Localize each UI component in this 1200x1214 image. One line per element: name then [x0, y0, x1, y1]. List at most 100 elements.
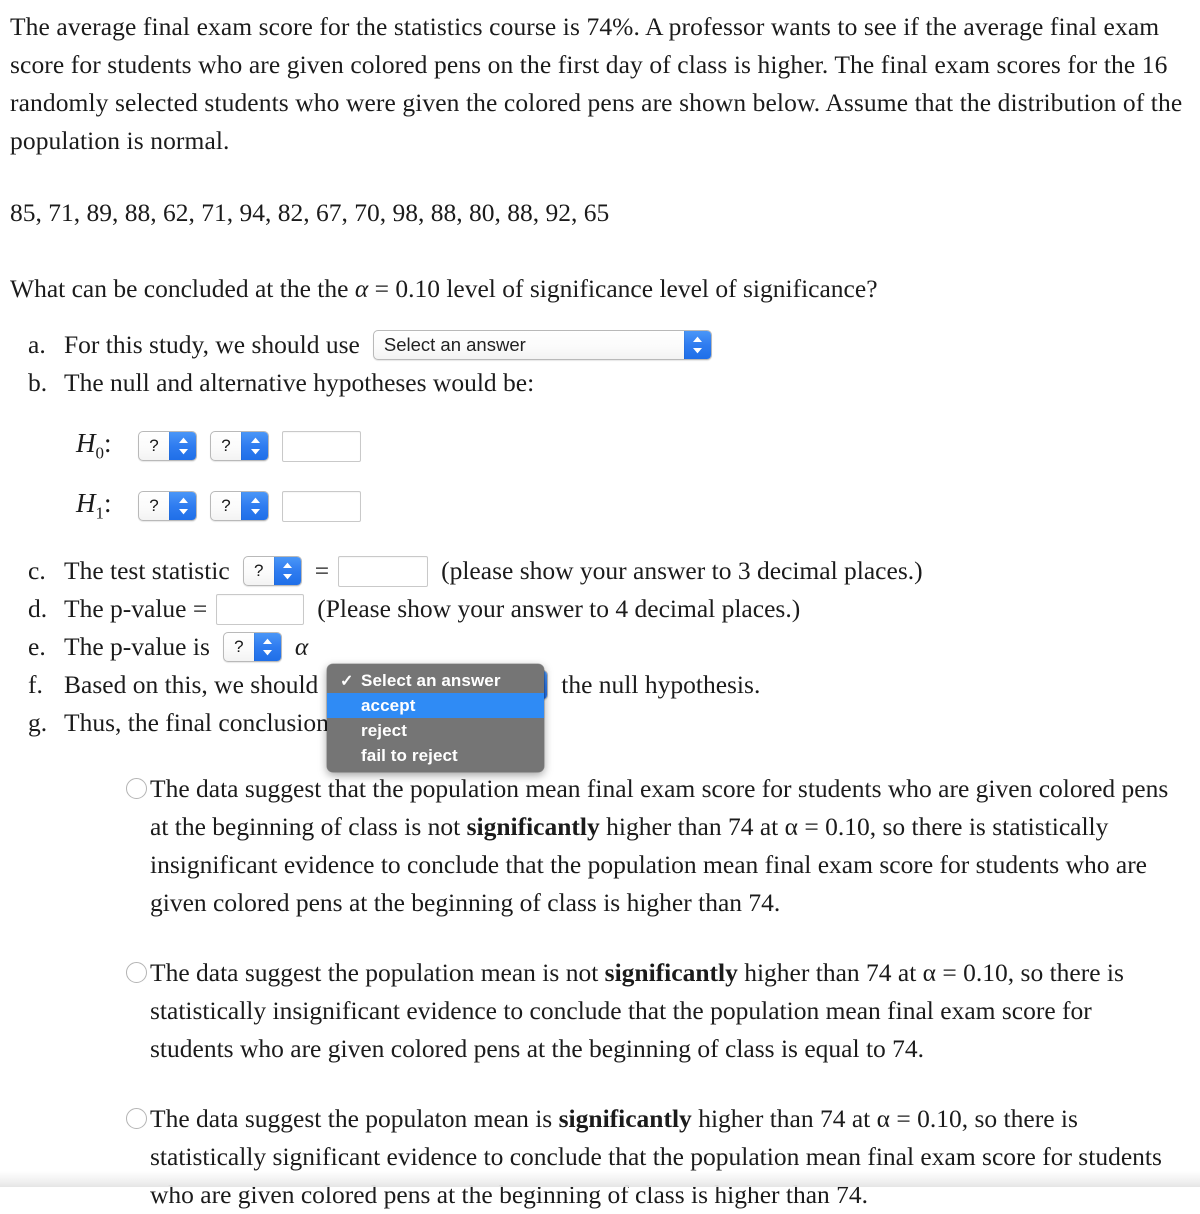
question-suffix: = 0.10 level of significance level of si…	[368, 274, 878, 303]
chevron-updown-icon	[241, 432, 268, 460]
test-statistic-input[interactable]	[338, 555, 429, 587]
step-f-label-before: Based on this, we should	[64, 670, 319, 699]
conclusion-option-3[interactable]: The data suggest the populaton mean is s…	[10, 1100, 1186, 1214]
problem-intro-text: The average final exam score for the sta…	[10, 12, 1183, 155]
test-statistic-type-value: ?	[253, 561, 264, 580]
radio-button-icon[interactable]	[126, 778, 147, 799]
conclusion-option-2[interactable]: The data suggest the population mean is …	[10, 954, 1186, 1068]
h1-colon: :	[104, 488, 112, 519]
h1-operator-select-value: ?	[221, 496, 231, 515]
h0-letter: H	[76, 428, 96, 459]
h1-operator-select[interactable]: ?	[210, 491, 269, 521]
step-d-marker: d.	[28, 594, 48, 623]
problem-page: The average final exam score for the sta…	[0, 0, 1200, 1209]
alpha-symbol: α	[354, 274, 369, 303]
h1-letter: H	[76, 488, 96, 519]
conclusion-options-group: The data suggest that the population mea…	[10, 770, 1186, 1214]
step-b-label: The null and alternative hypotheses woul…	[64, 368, 535, 397]
h0-operator-select[interactable]: ?	[210, 431, 269, 461]
step-f-row: Based on this, we should the null hypoth…	[64, 666, 1186, 704]
step-a: a. For this study, we should use Select …	[10, 326, 1186, 364]
step-e-marker: e.	[28, 632, 46, 661]
radio-button-icon[interactable]	[126, 1108, 147, 1129]
chevron-updown-icon	[241, 492, 268, 520]
sample-data-values: 85, 71, 89, 88, 62, 71, 94, 82, 67, 70, …	[10, 198, 610, 227]
p-value-hint: (Please show your answer to 4 decimal pl…	[317, 594, 801, 623]
chevron-updown-icon	[273, 557, 301, 585]
alt-hypothesis-row: H1: ? ?	[10, 482, 1186, 530]
step-a-marker: a.	[28, 330, 46, 359]
option-3-bold: significantly	[558, 1104, 692, 1133]
dropdown-item-label: reject	[361, 720, 407, 740]
step-c-label: The test statistic	[64, 556, 230, 585]
p-value-comparison-select[interactable]: ?	[222, 632, 282, 662]
chevron-updown-icon	[683, 331, 711, 359]
h0-subscript: 0	[95, 443, 105, 463]
h0-parameter-select[interactable]: ?	[138, 431, 197, 461]
p-value-input[interactable]	[216, 593, 305, 625]
dropdown-item-fail-to-reject[interactable]: fail to reject	[327, 743, 544, 768]
significance-question: What can be concluded at the the α = 0.1…	[10, 270, 1186, 308]
h1-value-input[interactable]	[282, 490, 361, 522]
option-1-bold: significantly	[466, 812, 600, 841]
step-c-marker: c.	[28, 556, 46, 585]
h1-parameter-select[interactable]: ?	[138, 491, 197, 521]
study-type-select[interactable]: Select an answer	[372, 330, 712, 360]
option-2-part1: The data suggest the population mean is …	[150, 958, 605, 987]
step-a-label: For this study, we should use	[64, 330, 360, 359]
steps-list-continued: c. The test statistic ? = (please show y…	[10, 552, 1186, 742]
h0-label: H0:	[76, 428, 138, 463]
step-c: c. The test statistic ? = (please show y…	[10, 552, 1186, 590]
step-d: d. The p-value = (Please show your answe…	[10, 590, 1186, 628]
p-value-comparison-value: ?	[234, 637, 244, 656]
step-d-label: The p-value =	[64, 594, 208, 623]
step-b-marker: b.	[28, 368, 48, 397]
step-e: e. The p-value is ? α	[10, 628, 1186, 666]
step-e-label: The p-value is	[64, 632, 210, 661]
h0-operator-select-value: ?	[221, 436, 231, 455]
test-statistic-type-select[interactable]: ?	[242, 556, 302, 586]
option-3-part1: The data suggest the populaton mean is	[150, 1104, 559, 1133]
h0-parameter-select-value: ?	[149, 436, 159, 455]
step-g: g. Thus, the final conclusion is that ..…	[10, 704, 1186, 742]
hypotheses-block: H0: ? ? H1: ? ?	[10, 422, 1186, 530]
open-dropdown-menu[interactable]: ✓ Select an answer accept reject fail to…	[327, 664, 544, 772]
step-a-row: For this study, we should use Select an …	[64, 326, 1186, 364]
chevron-updown-icon	[169, 432, 196, 460]
conclusion-option-3-text: The data suggest the populaton mean is s…	[150, 1100, 1176, 1214]
chevron-updown-icon	[253, 633, 281, 661]
question-prefix: What can be concluded at the the	[10, 274, 355, 303]
step-f: f. Based on this, we should the null hyp…	[10, 666, 1186, 704]
conclusion-option-1[interactable]: The data suggest that the population mea…	[10, 770, 1186, 922]
dropdown-item-accept[interactable]: accept	[327, 693, 544, 718]
h1-subscript: 1	[95, 503, 105, 523]
step-f-label-after: the null hypothesis.	[561, 670, 761, 699]
dropdown-item-label: Select an answer	[361, 670, 501, 690]
null-hypothesis-row: H0: ? ?	[10, 422, 1186, 470]
radio-button-icon[interactable]	[126, 962, 147, 983]
step-d-row: The p-value = (Please show your answer t…	[64, 590, 1186, 628]
step-b: b. The null and alternative hypotheses w…	[10, 364, 1186, 402]
conclusion-option-2-text: The data suggest the population mean is …	[150, 954, 1176, 1068]
checkmark-icon: ✓	[340, 672, 354, 690]
dropdown-item-select-an-answer[interactable]: ✓ Select an answer	[327, 668, 544, 693]
test-statistic-hint: (please show your answer to 3 decimal pl…	[441, 556, 923, 585]
step-e-row: The p-value is ? α	[64, 628, 1186, 666]
equals-sign: =	[314, 556, 330, 585]
step-g-marker: g.	[28, 708, 48, 737]
h0-value-input[interactable]	[282, 430, 361, 462]
chevron-updown-icon	[169, 492, 196, 520]
conclusion-option-1-text: The data suggest that the population mea…	[150, 770, 1176, 922]
step-c-row: The test statistic ? = (please show your…	[64, 552, 1186, 590]
study-type-select-value: Select an answer	[383, 334, 526, 355]
dropdown-item-label: accept	[361, 695, 416, 715]
h1-parameter-select-value: ?	[149, 496, 159, 515]
alpha-symbol: α	[294, 632, 309, 661]
h1-label: H1:	[76, 488, 138, 523]
step-f-marker: f.	[28, 670, 43, 699]
steps-list: a. For this study, we should use Select …	[10, 326, 1186, 402]
dropdown-item-label: fail to reject	[361, 745, 458, 765]
dropdown-item-reject[interactable]: reject	[327, 718, 544, 743]
h0-colon: :	[104, 428, 112, 459]
